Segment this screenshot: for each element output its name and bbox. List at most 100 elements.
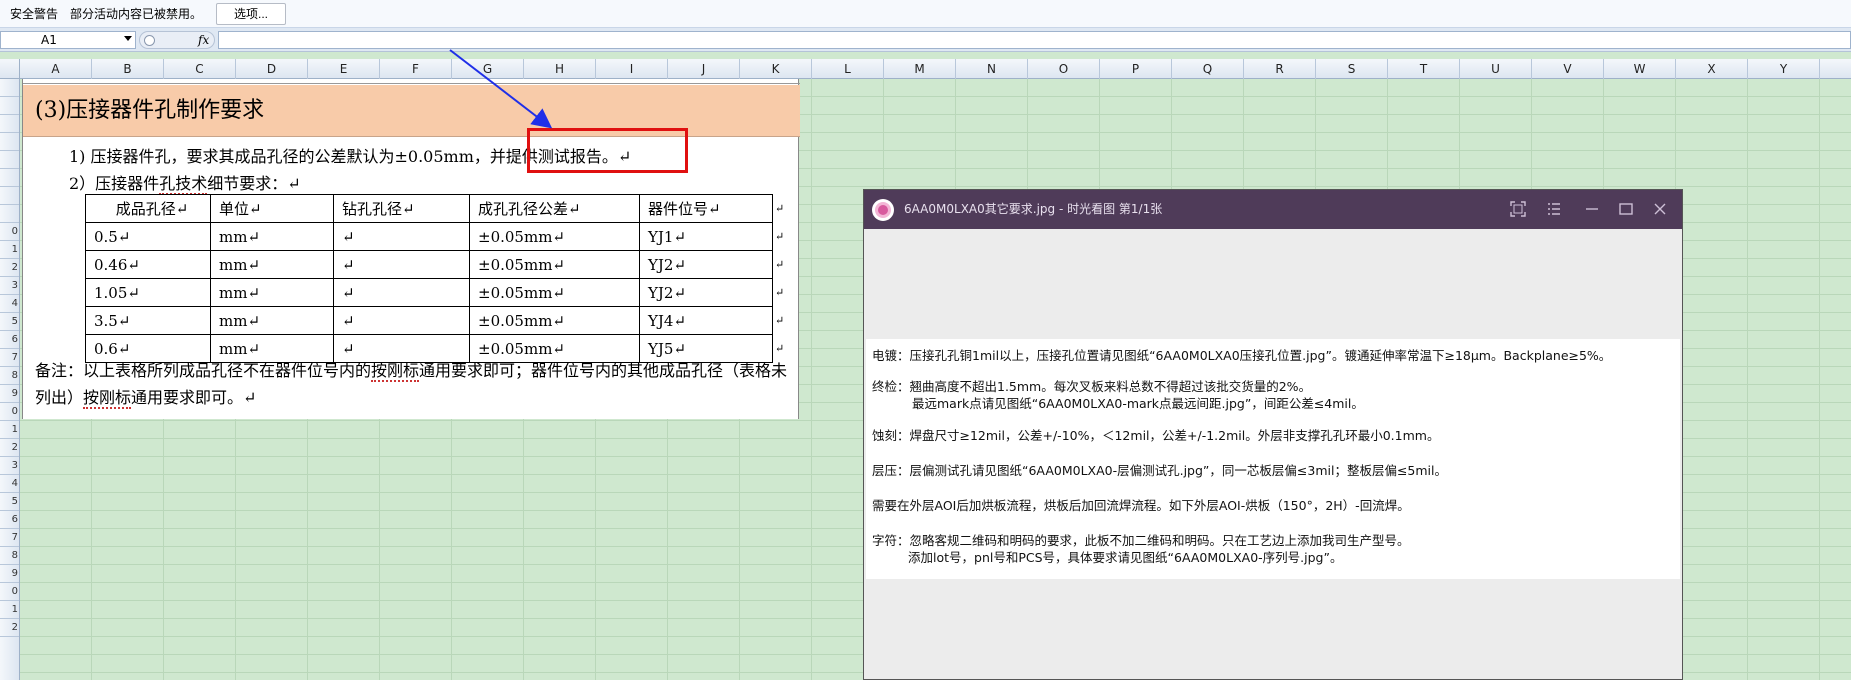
column-header-cell[interactable]: Y xyxy=(1748,59,1820,79)
name-box-dropdown-icon[interactable] xyxy=(124,36,132,41)
column-header-cell[interactable]: U xyxy=(1460,59,1532,79)
table-cell: 0.46↵ xyxy=(85,250,211,279)
remark-text-e: 通用要求即可。↵ xyxy=(131,388,257,407)
table-cell: YJ1↵ xyxy=(639,222,773,251)
security-warning-bar: 安全警告 部分活动内容已被禁用。 选项... xyxy=(0,0,1851,28)
row-header-cell[interactable]: 2 xyxy=(0,259,19,277)
row-header-cell[interactable]: 3 xyxy=(0,457,19,475)
column-header-cell[interactable]: O xyxy=(1028,59,1100,79)
column-header-cell[interactable]: Q xyxy=(1172,59,1244,79)
viewer-text-line: 电镀：压接孔孔铜1mil以上，压接孔位置请见图纸“6AA0M0LXA0压接孔位置… xyxy=(872,348,1612,363)
row-header-cell[interactable] xyxy=(0,133,19,151)
row-header-cell[interactable] xyxy=(0,79,19,97)
row-header-cell[interactable]: 5 xyxy=(0,493,19,511)
row-header-cell[interactable]: 8 xyxy=(0,367,19,385)
row-header-cell[interactable]: 7 xyxy=(0,349,19,367)
row-end-mark: ↵ xyxy=(775,202,785,215)
column-header-cell[interactable]: K xyxy=(740,59,812,79)
column-header-cell[interactable]: M xyxy=(884,59,956,79)
image-viewer-window[interactable]: 6AA0M0LXA0其它要求.jpg - 时光看图 第1/1张 电镀：压接孔孔铜… xyxy=(863,189,1683,680)
maximize-icon[interactable] xyxy=(1616,199,1636,219)
formula-input[interactable] xyxy=(218,31,1851,49)
row-header-cell[interactable]: 6 xyxy=(0,331,19,349)
requirement-line-2-b: 孔技术 xyxy=(159,174,208,195)
column-header-cell[interactable]: B xyxy=(92,59,164,79)
viewer-titlebar[interactable]: 6AA0M0LXA0其它要求.jpg - 时光看图 第1/1张 xyxy=(864,190,1682,229)
row-header-cell[interactable]: 1 xyxy=(0,601,19,619)
row-end-mark: ↵ xyxy=(775,314,785,327)
row-header-cell[interactable]: 0 xyxy=(0,403,19,421)
row-header-cell[interactable] xyxy=(0,97,19,115)
row-header-cell[interactable]: 3 xyxy=(0,277,19,295)
table-row: 0.46↵ mm↵ ↵ ±0.05mm↵ YJ2↵ ↵ xyxy=(85,250,787,279)
row-header-cell[interactable] xyxy=(0,205,19,223)
column-header: ABCDEFGHIJKLMNOPQRSTUVWXY xyxy=(0,59,1851,79)
row-end-mark: ↵ xyxy=(775,286,785,299)
column-header-cell[interactable]: V xyxy=(1532,59,1604,79)
row-header-cell[interactable]: 1 xyxy=(0,241,19,259)
row-header-cell[interactable]: 9 xyxy=(0,565,19,583)
row-header-cell[interactable] xyxy=(0,115,19,133)
hole-spec-table: 成品孔径↵ 单位↵ 钻孔孔径↵ 成孔孔径公差↵ 器件位号↵ ↵ 0.5↵ mm↵… xyxy=(85,194,787,363)
row-header-cell[interactable] xyxy=(0,151,19,169)
table-cell: ↵ xyxy=(333,250,470,279)
column-header-cell[interactable]: A xyxy=(20,59,92,79)
name-box[interactable]: A1 xyxy=(0,31,136,49)
row-header-cell[interactable] xyxy=(0,169,19,187)
table-cell: ↵ xyxy=(333,278,470,307)
table-cell: YJ2↵ xyxy=(639,278,773,307)
table-cell: 0.5↵ xyxy=(85,222,211,251)
row-header-cell[interactable]: 0 xyxy=(0,223,19,241)
column-header-cell[interactable]: E xyxy=(308,59,380,79)
viewer-text-line: 蚀刻：焊盘尺寸≥12mil，公差+/-10%，＜12mil，公差+/-1.2mi… xyxy=(872,428,1440,443)
column-header-cell[interactable]: J xyxy=(668,59,740,79)
row-header-cell[interactable]: 7 xyxy=(0,529,19,547)
viewer-text-line: 最远mark点请见图纸“6AA0M0LXA0-mark点最远间距.jpg”，间距… xyxy=(912,396,1364,411)
column-header-cell[interactable]: C xyxy=(164,59,236,79)
column-header-cell[interactable]: R xyxy=(1244,59,1316,79)
table-cell: YJ2↵ xyxy=(639,250,773,279)
table-cell: mm↵ xyxy=(210,222,334,251)
close-icon[interactable] xyxy=(1650,199,1670,219)
column-header-cell[interactable]: W xyxy=(1604,59,1676,79)
table-cell: mm↵ xyxy=(210,278,334,307)
remark-text-b: 按刚标 xyxy=(371,361,420,382)
table-cell: ±0.05mm↵ xyxy=(469,222,640,251)
row-header-cell[interactable]: 8 xyxy=(0,547,19,565)
row-header-cell[interactable]: 4 xyxy=(0,475,19,493)
row-header-cell[interactable]: 1 xyxy=(0,421,19,439)
row-header-cell[interactable]: 2 xyxy=(0,619,19,637)
column-header-cell[interactable]: F xyxy=(380,59,452,79)
column-header-cell[interactable]: T xyxy=(1388,59,1460,79)
column-header-cell[interactable]: D xyxy=(236,59,308,79)
viewer-text-line: 需要在外层AOI后加烘板流程，烘板后加回流焊流程。如下外层AOI-烘板（150°… xyxy=(872,498,1410,513)
column-header-cell[interactable]: G xyxy=(452,59,524,79)
column-header-cell[interactable]: N xyxy=(956,59,1028,79)
column-header-cell[interactable]: I xyxy=(596,59,668,79)
viewer-text-line: 层压：层偏测试孔请见图纸“6AA0M0LXA0-层偏测试孔.jpg”，同一芯板层… xyxy=(872,463,1448,478)
column-header-cell[interactable]: P xyxy=(1100,59,1172,79)
row-header-cell[interactable]: 4 xyxy=(0,295,19,313)
menu-list-icon[interactable] xyxy=(1544,199,1564,219)
annotation-highlight-box[interactable] xyxy=(527,128,688,173)
select-all-button[interactable] xyxy=(0,59,20,79)
column-header-cell[interactable]: X xyxy=(1676,59,1748,79)
table-cell: mm↵ xyxy=(210,250,334,279)
row-header-cell[interactable]: 5 xyxy=(0,313,19,331)
formula-bar-grip-icon[interactable] xyxy=(144,35,155,46)
column-header-cell[interactable]: H xyxy=(524,59,596,79)
column-header-cell[interactable]: S xyxy=(1316,59,1388,79)
row-header-cell[interactable]: 6 xyxy=(0,511,19,529)
table-header-row: 成品孔径↵ 单位↵ 钻孔孔径↵ 成孔孔径公差↵ 器件位号↵ ↵ xyxy=(85,194,787,223)
fit-window-icon[interactable] xyxy=(1508,199,1528,219)
insert-function-icon[interactable]: fx xyxy=(198,32,209,48)
row-header-cell[interactable]: 2 xyxy=(0,439,19,457)
minimize-icon[interactable] xyxy=(1582,199,1602,219)
options-button[interactable]: 选项... xyxy=(216,2,287,25)
column-header-cell[interactable]: L xyxy=(812,59,884,79)
viewer-text-line: 添加lot号，pnl号和PCS号，具体要求请见图纸“6AA0M0LXA0-序列号… xyxy=(908,550,1343,565)
viewer-image-content: 电镀：压接孔孔铜1mil以上，压接孔位置请见图纸“6AA0M0LXA0压接孔位置… xyxy=(866,339,1680,579)
row-header-cell[interactable]: 9 xyxy=(0,385,19,403)
row-header-cell[interactable]: 0 xyxy=(0,583,19,601)
row-header-cell[interactable] xyxy=(0,187,19,205)
